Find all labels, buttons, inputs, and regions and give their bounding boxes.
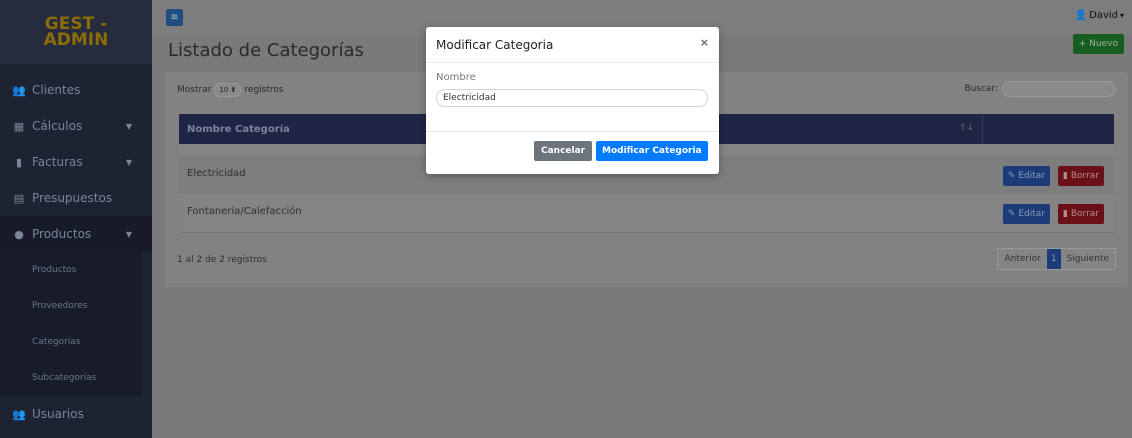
sidebar-item-label: Usuarios xyxy=(32,407,84,421)
chevron-down-icon: ▼ xyxy=(125,121,132,131)
brand-line-2: ADMIN xyxy=(43,30,109,50)
name-label: Nombre xyxy=(436,72,476,83)
edit-button[interactable]: ✎ Editar xyxy=(1002,204,1050,224)
hamburger-icon: ≡ xyxy=(170,12,179,23)
category-name: Fontanería/Calefacción xyxy=(187,206,302,217)
sidebar-subitem-categorias[interactable]: Categorías xyxy=(0,324,142,360)
save-category-button[interactable]: Modificar Categoria xyxy=(596,141,708,161)
edit-button[interactable]: ✎ Editar xyxy=(1002,166,1050,186)
user-icon: 👤 xyxy=(1074,10,1088,21)
menu-toggle-button[interactable]: ≡ xyxy=(166,9,183,26)
show-prefix: Mostrar xyxy=(177,85,212,95)
trash-icon: ▮ xyxy=(1062,171,1068,181)
user-group-icon: 👥 xyxy=(12,407,26,421)
name-field[interactable] xyxy=(436,89,708,107)
sidebar-subitem-label: Proveedores xyxy=(32,301,88,311)
sidebar-item-presupuestos[interactable]: ▤ Presupuestos xyxy=(0,180,152,216)
sidebar-item-productos[interactable]: ● Productos ▼ xyxy=(0,216,152,252)
cancel-button[interactable]: Cancelar xyxy=(534,141,593,161)
file-icon: ▮ xyxy=(15,155,23,169)
delete-button[interactable]: ▮ Borrar xyxy=(1057,166,1104,186)
sidebar-item-label: Productos xyxy=(32,227,92,241)
page-length-select[interactable]: 10 ⬍ xyxy=(214,83,242,97)
modal-divider xyxy=(426,62,719,63)
sidebar-subitem-subcategorias[interactable]: Subcategorías xyxy=(0,360,142,396)
trash-icon: ▮ xyxy=(1062,209,1068,219)
category-name: Electricidad xyxy=(187,168,246,179)
sidebar-item-label: Facturas xyxy=(32,155,83,169)
page-1-button[interactable]: 1 xyxy=(1046,249,1061,269)
calculator-icon: ▦ xyxy=(13,119,25,133)
sidebar-item-usuarios[interactable]: 👥 Usuarios xyxy=(0,396,152,432)
sidebar-item-label: Cálculos xyxy=(32,119,83,133)
next-page-button[interactable]: Siguiente xyxy=(1061,249,1115,269)
document-icon: ▤ xyxy=(13,191,25,205)
modal-title: Modificar Categoria xyxy=(436,38,554,52)
sidebar-subitem-productos[interactable]: Productos xyxy=(0,252,142,288)
user-menu[interactable]: 👤 David ▾ xyxy=(1075,10,1124,21)
search-control: Buscar: xyxy=(964,81,1116,97)
modal-divider xyxy=(426,131,719,132)
prev-page-button[interactable]: Anterior xyxy=(998,249,1046,269)
sidebar-subitem-proveedores[interactable]: Proveedores xyxy=(0,288,142,324)
brand-logo[interactable]: GEST - ADMIN xyxy=(0,0,152,64)
page-title: Listado de Categorías xyxy=(168,40,364,61)
edit-category-modal: Modificar Categoria × Nombre Cancelar Mo… xyxy=(426,27,719,174)
chevron-down-icon: ▼ xyxy=(125,157,132,167)
close-icon[interactable]: × xyxy=(700,36,709,49)
page-length-control: Mostrar 10 ⬍ registros xyxy=(177,83,284,97)
sidebar: GEST - ADMIN 👥 Clientes ▦ Cálculos ▼ ▮ F… xyxy=(0,0,152,438)
sidebar-item-clientes[interactable]: 👥 Clientes xyxy=(0,72,152,108)
new-button[interactable]: + Nuevo xyxy=(1072,34,1124,54)
user-name: David xyxy=(1089,10,1118,21)
sidebar-subitem-label: Subcategorías xyxy=(32,373,97,383)
delete-button[interactable]: ▮ Borrar xyxy=(1057,204,1104,224)
search-label: Buscar: xyxy=(964,84,998,94)
table-info: 1 al 2 de 2 registros xyxy=(177,255,267,265)
sidebar-item-label: Presupuestos xyxy=(32,191,113,205)
table-row: Fontanería/Calefacción ✎ Editar ▮ Borrar xyxy=(179,194,1114,233)
chevron-down-icon: ▾ xyxy=(1119,11,1124,20)
sidebar-subitem-label: Productos xyxy=(32,265,77,275)
sort-icon: ↑↓ xyxy=(958,123,974,133)
search-input[interactable] xyxy=(1002,81,1116,97)
pagination: Anterior 1 Siguiente xyxy=(997,248,1116,270)
product-icon: ● xyxy=(14,227,24,241)
sidebar-item-label: Clientes xyxy=(32,83,81,97)
sidebar-item-facturas[interactable]: ▮ Facturas ▼ xyxy=(0,144,152,180)
users-icon: 👥 xyxy=(12,83,26,97)
sidebar-item-calculos[interactable]: ▦ Cálculos ▼ xyxy=(0,108,152,144)
edit-icon: ✎ xyxy=(1007,209,1016,219)
sidebar-subitem-label: Categorías xyxy=(32,337,81,347)
edit-icon: ✎ xyxy=(1007,171,1016,181)
show-suffix: registros xyxy=(244,85,284,95)
chevron-down-icon: ▼ xyxy=(125,229,132,239)
